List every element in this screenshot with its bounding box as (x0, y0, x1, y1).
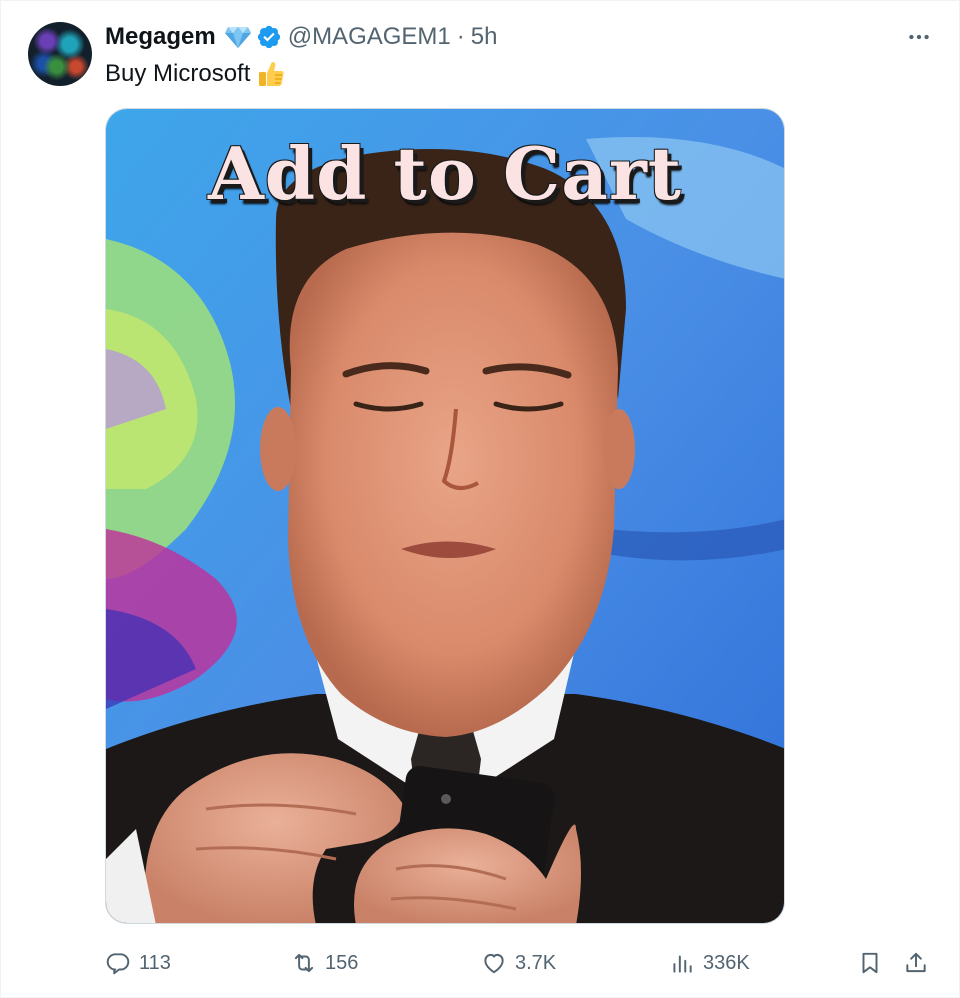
views-count: 336K (703, 951, 750, 974)
views-button[interactable]: 336K (669, 945, 750, 981)
reply-icon (106, 953, 130, 975)
tweet-text-content: Buy Microsoft (105, 60, 251, 87)
meme-caption: Add to Cart (207, 131, 683, 216)
author-handle[interactable]: @MAGAGEM1 (288, 23, 451, 51)
like-button[interactable]: 3.7K (481, 945, 556, 981)
tweet-header: Megagem @MAGAGEM1 · 5h (105, 21, 497, 53)
author-name[interactable]: Megagem (105, 23, 216, 51)
bookmark-button[interactable] (857, 945, 891, 981)
analytics-icon (673, 955, 692, 973)
tweet-card[interactable]: Megagem @MAGAGEM1 · 5h Buy Microsoft Add… (0, 0, 960, 998)
tweet-actions-bar: 113 156 3.7K 336K (105, 945, 937, 981)
more-options-icon[interactable] (901, 25, 937, 49)
diamond-icon (224, 25, 252, 49)
reply-count: 113 (139, 951, 171, 974)
bookmark-icon (862, 952, 878, 974)
verified-badge-icon[interactable] (256, 24, 282, 50)
tweet-media-image[interactable]: Add to Cart (105, 108, 785, 924)
repost-button[interactable]: 156 (291, 945, 358, 981)
repost-icon (294, 953, 314, 973)
header-separator: · (456, 23, 465, 50)
like-count: 3.7K (515, 951, 557, 974)
meme-photo (106, 109, 784, 923)
avatar[interactable] (28, 22, 92, 86)
thumbs-up-icon (256, 59, 286, 89)
share-button[interactable] (903, 945, 937, 981)
timestamp[interactable]: 5h (471, 23, 498, 51)
tweet-text: Buy Microsoft (105, 57, 286, 91)
share-icon (906, 952, 926, 973)
heart-icon (484, 953, 504, 974)
repost-count: 156 (325, 951, 359, 974)
reply-button[interactable]: 113 (105, 945, 171, 981)
